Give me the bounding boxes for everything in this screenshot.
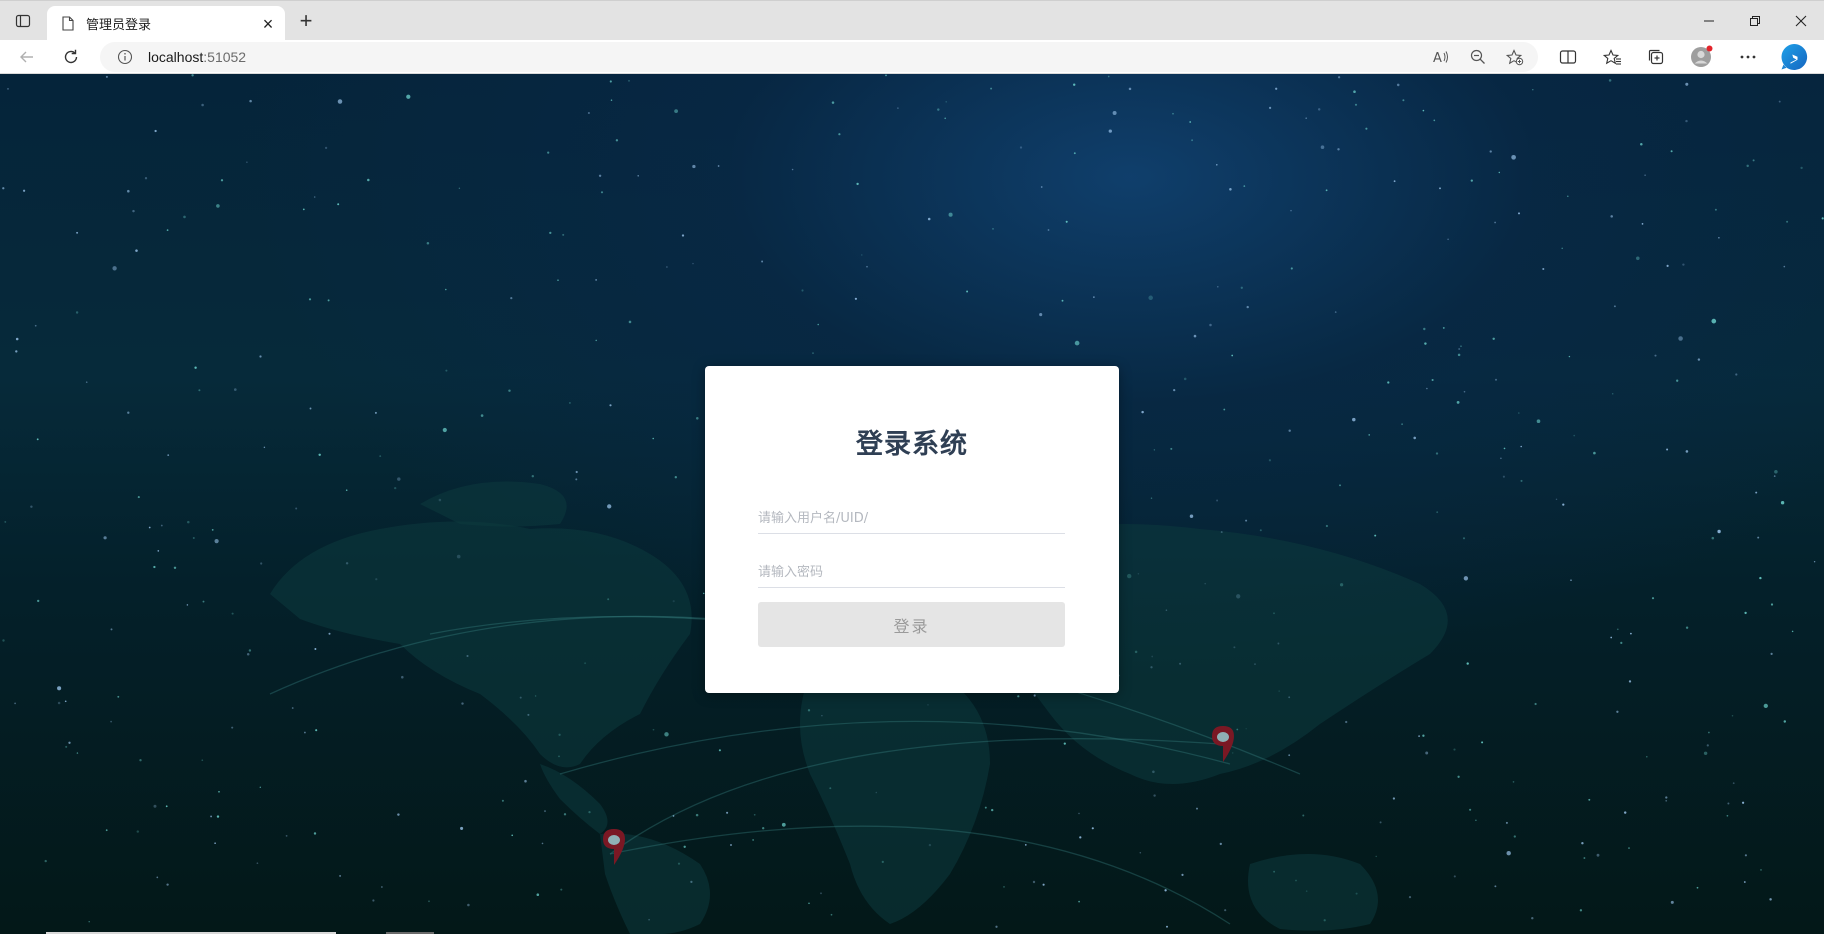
info-icon[interactable] [116,48,134,66]
collections-button[interactable] [1641,43,1671,71]
page-background: 登录系统 登录 [0,74,1824,934]
more-button[interactable] [1733,43,1763,71]
close-window-button[interactable] [1778,1,1824,41]
minimize-icon [1704,20,1714,22]
refresh-button[interactable] [56,43,86,71]
login-title: 登录系统 [856,429,968,460]
browser-toolbar: localhost:51052 A [0,40,1824,74]
login-button[interactable]: 登录 [758,602,1065,647]
bing-button[interactable] [1779,43,1809,71]
password-field [758,558,1065,588]
back-icon [20,51,33,63]
bing-icon [1781,43,1808,70]
page-icon [60,16,76,32]
browser-window: 管理员登录 × + localhost:51052 A 登录系统 请输入用户名/… [0,0,1824,934]
collections-icon [1648,49,1664,65]
login-card: 登录系统 登录 [705,366,1119,693]
new-tab-button[interactable]: + [292,8,320,34]
tab-title: 管理员登录 [86,18,152,33]
tab-actions-icon [15,14,31,28]
zoom-out-icon[interactable] [1466,46,1490,68]
url-text[interactable]: localhost:51052 [148,49,246,65]
split-screen-button[interactable] [1553,43,1583,71]
read-aloud-icon[interactable]: A [1429,46,1453,68]
restore-icon [1750,16,1760,26]
tab-close-button[interactable]: × [257,13,279,35]
svg-text:A: A [1433,51,1442,65]
url-port: :51052 [203,49,247,65]
close-icon [1795,15,1807,27]
address-bar[interactable]: localhost:51052 A [100,42,1538,72]
minimize-button[interactable] [1686,1,1732,41]
active-tab[interactable]: 管理员登录 × [47,6,285,41]
profile-button[interactable] [1687,43,1717,71]
username-field [758,504,1065,534]
refresh-icon [64,49,78,64]
password-input[interactable] [758,558,1065,586]
restore-button[interactable] [1732,1,1778,41]
back-button[interactable] [12,43,42,71]
favorites-icon [1602,48,1621,65]
add-favorite-icon[interactable] [1503,46,1527,68]
more-icon [1740,55,1756,59]
tab-actions-button[interactable] [8,7,38,35]
tab-strip: 管理员登录 × + [0,0,1824,41]
favorites-button[interactable] [1597,43,1627,71]
split-screen-icon [1559,50,1577,64]
url-host: localhost [148,49,204,65]
profile-icon [1691,45,1713,67]
username-input[interactable] [758,504,1065,532]
